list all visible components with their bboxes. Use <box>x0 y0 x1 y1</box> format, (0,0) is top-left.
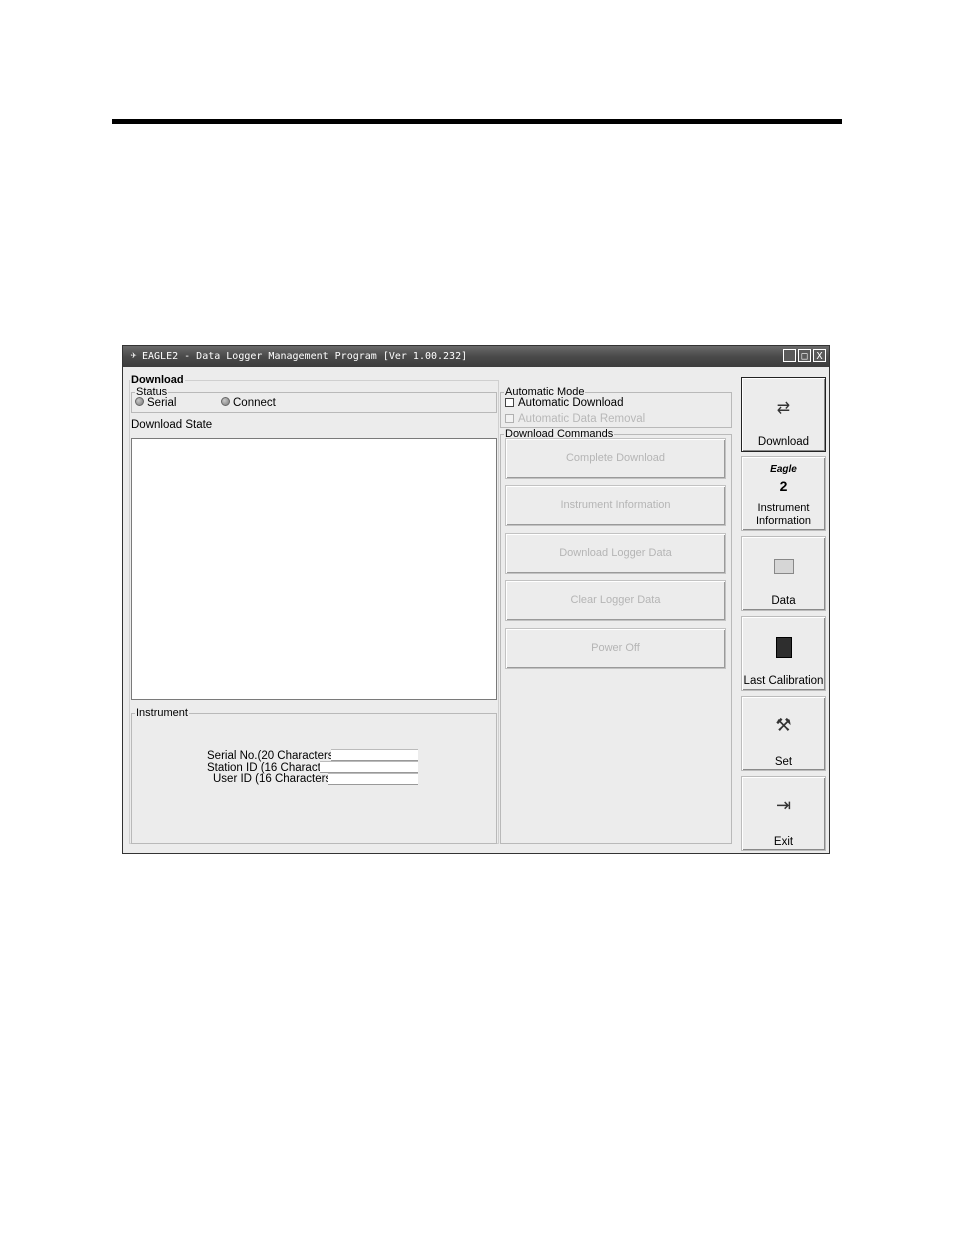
sidebar-data-label: Data <box>771 595 796 607</box>
exit-door-icon: ⇥ <box>775 795 792 815</box>
sidebar-last-calibration-button[interactable]: Last Calibration <box>741 616 826 691</box>
calibration-book-icon <box>776 637 792 658</box>
connect-status-label: Connect <box>233 397 276 409</box>
connect-status-led-icon <box>221 397 230 406</box>
automatic-data-removal-checkbox[interactable] <box>505 414 514 423</box>
clear-logger-data-button[interactable]: Clear Logger Data <box>505 580 726 621</box>
folder-icon <box>774 559 794 574</box>
sidebar-instrument-information-button[interactable]: Eagle 2 Instrument Information <box>741 456 826 531</box>
app-logo-icon: ✈ <box>130 350 137 361</box>
power-off-button[interactable]: Power Off <box>505 628 726 669</box>
sidebar-last-calibration-label: Last Calibration <box>743 675 824 687</box>
status-group <box>131 392 497 413</box>
download-transfer-icon: ⇄ <box>776 400 791 417</box>
sidebar-download-label: Download <box>757 436 810 448</box>
download-group-legend: Download <box>130 374 185 386</box>
user-id-field[interactable] <box>328 773 418 785</box>
automatic-download-checkbox[interactable] <box>505 398 514 407</box>
download-state-label: Download State <box>131 419 213 431</box>
station-id-field[interactable] <box>320 761 418 773</box>
download-logger-data-button[interactable]: Download Logger Data <box>505 533 726 574</box>
maximize-button[interactable]: □ <box>798 349 811 362</box>
page-header-rule <box>112 119 842 124</box>
automatic-download-label: Automatic Download <box>518 397 624 409</box>
app-window: ✈ EAGLE2 - Data Logger Management Progra… <box>122 345 830 854</box>
serial-no-field[interactable] <box>331 749 418 761</box>
automatic-data-removal-label: Automatic Data Removal <box>518 413 646 425</box>
close-button[interactable]: X <box>813 349 826 362</box>
sidebar-exit-button[interactable]: ⇥ Exit <box>741 776 826 851</box>
title-bar[interactable]: ✈ EAGLE2 - Data Logger Management Progra… <box>123 346 829 367</box>
window-title: EAGLE2 - Data Logger Management Program … <box>142 351 468 362</box>
user-id-label: User ID (16 Characters) <box>213 773 336 785</box>
download-state-textbox[interactable] <box>131 438 497 700</box>
sidebar-set-label: Set <box>774 756 793 768</box>
sidebar-exit-label: Exit <box>773 836 794 848</box>
instrument-group-legend: Instrument <box>135 707 189 719</box>
complete-download-button[interactable]: Complete Download <box>505 438 726 479</box>
minimize-button[interactable]: _ <box>783 349 796 362</box>
sidebar-set-button[interactable]: ⚒ Set <box>741 696 826 771</box>
sidebar-instrument-label-line2: Information <box>755 515 812 527</box>
serial-status-label: Serial <box>147 397 177 409</box>
sidebar-instrument-label-line1: Instrument <box>757 502 810 514</box>
tools-icon: ⚒ <box>775 715 792 735</box>
instrument-information-button[interactable]: Instrument Information <box>505 485 726 526</box>
sidebar-data-button[interactable]: Data <box>741 536 826 611</box>
sidebar-download-button[interactable]: ⇄ Download <box>741 377 826 452</box>
serial-status-led-icon <box>135 397 144 406</box>
eagle-logo-number: 2 <box>779 478 788 494</box>
eagle-logo-text: Eagle <box>770 464 797 475</box>
